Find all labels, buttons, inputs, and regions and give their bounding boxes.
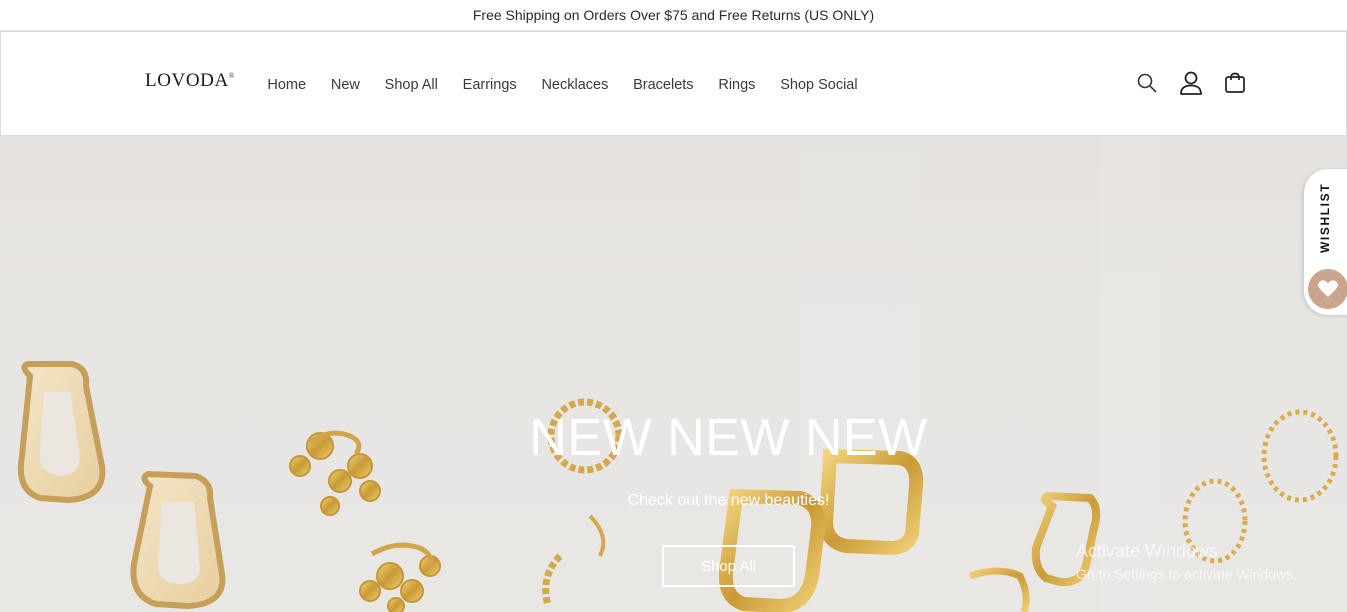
nav-new[interactable]: New	[318, 77, 372, 93]
nav-home[interactable]: Home	[255, 77, 318, 93]
site-header: LOVODA® Home New Shop All Earrings Neckl…	[0, 31, 1347, 136]
watermark-line2: Go to Settings to activate Windows.	[1076, 566, 1297, 582]
nav-shop-social[interactable]: Shop Social	[768, 77, 870, 93]
hero-subtitle: Check out the new beauties!	[627, 492, 830, 509]
announcement-bar: Free Shipping on Orders Over $75 and Fre…	[0, 0, 1347, 31]
main-nav: Home New Shop All Earrings Necklaces Bra…	[255, 32, 870, 135]
wishlist-label: WISHLIST	[1318, 182, 1332, 253]
search-icon[interactable]	[1125, 66, 1169, 100]
logo[interactable]: LOVODA®	[145, 70, 235, 92]
nav-bracelets[interactable]: Bracelets	[621, 77, 706, 93]
cart-icon[interactable]	[1213, 66, 1257, 100]
logo-mark: ®	[228, 72, 235, 80]
nav-shop-all[interactable]: Shop All	[372, 77, 450, 93]
activate-windows-watermark: Activate Windows Go to Settings to activ…	[1076, 540, 1297, 585]
announcement-text: Free Shipping on Orders Over $75 and Fre…	[472, 7, 875, 23]
wishlist-tab[interactable]: WISHLIST	[1304, 169, 1347, 315]
account-icon[interactable]	[1169, 66, 1213, 100]
watermark-line1: Activate Windows	[1076, 541, 1219, 561]
logo-text: LOVODA	[145, 70, 229, 91]
shop-all-button[interactable]: Shop All	[662, 545, 795, 587]
nav-necklaces[interactable]: Necklaces	[529, 77, 621, 93]
nav-earrings[interactable]: Earrings	[450, 77, 529, 93]
header-icons	[1125, 66, 1257, 100]
heart-icon	[1308, 269, 1347, 309]
nav-rings[interactable]: Rings	[706, 77, 768, 93]
hero-title: NEW NEW NEW	[529, 409, 928, 467]
